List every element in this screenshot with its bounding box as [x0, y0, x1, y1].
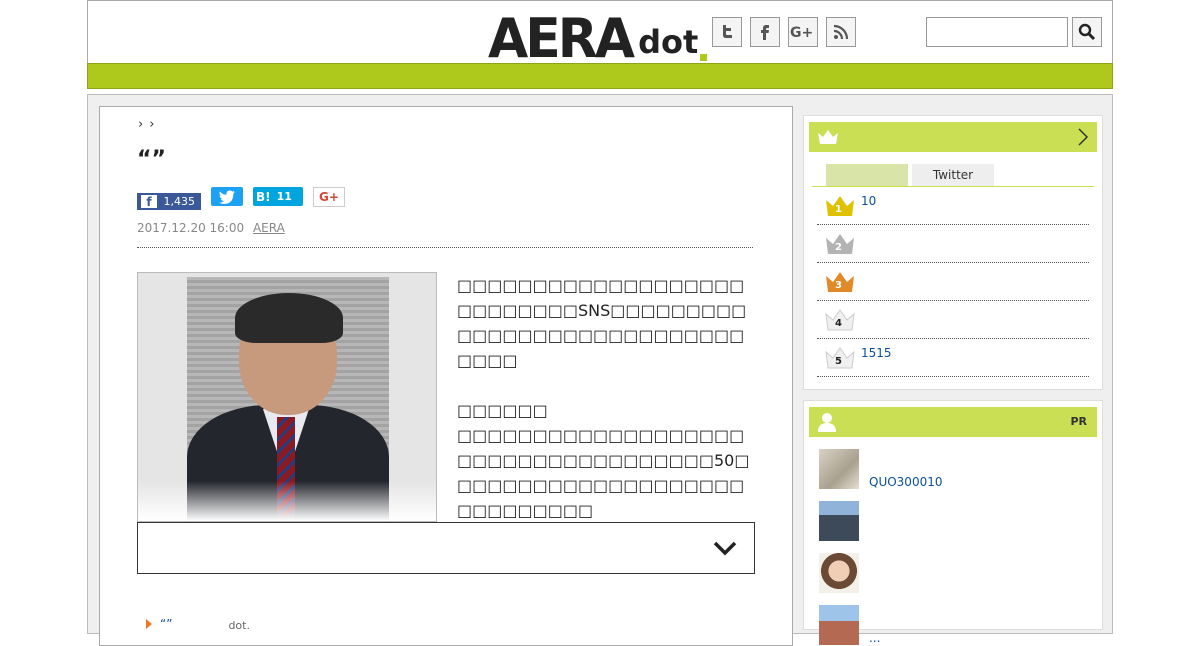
article-photo — [137, 272, 437, 522]
ranking-item[interactable]: 2 — [817, 225, 1089, 263]
rank-number: 5 — [835, 356, 842, 367]
content-wrapper: › › “” f 1,435 B! 11 G+ 2017.12.20 16:00… — [87, 94, 1113, 646]
photo-hair — [235, 293, 343, 343]
article-paragraph: □□□□□□ — [457, 401, 548, 420]
chevron-down-icon — [713, 541, 737, 556]
breadcrumb-separator: › — [149, 117, 155, 132]
related-article-title: “” — [160, 616, 173, 631]
pr-item-text: ... — [869, 631, 881, 645]
ranking-tabs: Twitter — [812, 164, 1094, 187]
facebook-share-count: 1,435 — [163, 195, 196, 208]
pr-item[interactable]: QUO300010 — [819, 449, 1097, 489]
site-header: AERA dot G+ — [87, 0, 1113, 71]
pr-panel: PR QUO300010 ... — [803, 400, 1103, 645]
ranking-item-title: 10 — [861, 194, 877, 208]
article-meta: 2017.12.20 16:00 AERA — [137, 221, 285, 235]
logo-aera-text: AERA — [488, 7, 635, 71]
ranking-panel: Twitter 1 10 2 3 4 5 1515 — [803, 115, 1103, 390]
logo-dot-mark — [700, 54, 708, 61]
twitter-bird-icon — [219, 190, 235, 204]
tab-access-ranking[interactable] — [826, 164, 908, 186]
facebook-icon: f — [141, 195, 157, 209]
pr-thumbnail — [819, 449, 859, 489]
pr-thumbnail — [819, 605, 859, 645]
hatena-count: 11 — [276, 190, 292, 203]
ranking-item[interactable]: 1 10 — [817, 187, 1089, 225]
breadcrumb-separator: › — [138, 117, 144, 132]
rss-icon[interactable] — [826, 17, 856, 47]
bullet-arrow-icon — [146, 618, 152, 629]
ranking-item[interactable]: 5 1515 — [817, 339, 1089, 377]
read-more-button[interactable] — [137, 522, 755, 574]
search-icon — [1078, 23, 1096, 41]
article-panel: › › “” f 1,435 B! 11 G+ 2017.12.20 16:00… — [99, 106, 793, 646]
article-paragraph: □□□□□□□□□□□□□□□□□□□□□□□□□□□SNS□□□□□□□□□□… — [457, 276, 747, 370]
related-article-link[interactable]: “” dot. — [146, 615, 250, 632]
search-input[interactable] — [926, 17, 1068, 47]
article-date: 2017.12.20 16:00 — [137, 221, 245, 235]
social-links: G+ — [712, 17, 856, 47]
share-buttons: f 1,435 B! 11 G+ — [137, 187, 345, 210]
rank-number: 1 — [835, 204, 842, 215]
hatena-bookmark-button[interactable]: B! 11 — [253, 187, 303, 206]
sidebar: Twitter 1 10 2 3 4 5 1515 PR QUO300010 .… — [803, 115, 1103, 645]
rank-5-crown-icon: 5 — [825, 346, 855, 372]
svg-text:G+: G+ — [790, 25, 813, 41]
article-title: “” — [137, 147, 166, 172]
hatena-label: B! — [256, 189, 271, 204]
pr-thumbnail — [819, 553, 859, 593]
ranking-item[interactable]: 3 — [817, 263, 1089, 301]
rank-number: 4 — [835, 318, 842, 329]
twitter-icon[interactable] — [712, 17, 742, 47]
logo-dot-text: dot — [638, 23, 699, 61]
rank-2-crown-icon: 2 — [825, 232, 855, 258]
facebook-icon[interactable] — [750, 17, 780, 47]
pr-item-text: QUO300010 — [869, 475, 943, 489]
article-author-link[interactable]: AERA — [253, 221, 285, 235]
twitter-share-button[interactable] — [211, 187, 243, 206]
user-icon — [818, 413, 836, 432]
site-logo[interactable]: AERA dot — [488, 7, 708, 71]
rank-number: 2 — [835, 242, 842, 253]
photo-fade — [138, 481, 436, 521]
rank-1-crown-icon: 1 — [825, 194, 855, 220]
google-plus-share-button[interactable]: G+ — [313, 187, 345, 207]
rank-3-crown-icon: 3 — [825, 270, 855, 296]
ranking-item-title: 1515 — [861, 346, 892, 360]
divider — [137, 247, 753, 248]
breadcrumb: › › — [138, 117, 154, 132]
rank-number: 3 — [835, 280, 842, 291]
ranking-item[interactable]: 4 — [817, 301, 1089, 339]
pr-item[interactable] — [819, 553, 1097, 593]
article-body: □□□□□□□□□□□□□□□□□□□□□□□□□□□SNS□□□□□□□□□□… — [457, 273, 757, 548]
pr-thumbnail — [819, 501, 859, 541]
pr-header: PR — [809, 407, 1097, 437]
global-nav-bar — [87, 63, 1113, 89]
facebook-share-button[interactable]: f 1,435 — [137, 193, 201, 210]
ranking-header[interactable] — [809, 122, 1097, 152]
article-paragraph: □□□□□□□□□□□□□□□□□□□□□□□□□□□□□□□□□□□□50□□… — [457, 426, 750, 520]
pr-label: PR — [1070, 415, 1087, 428]
pr-item[interactable]: ... — [819, 605, 1097, 645]
chevron-right-icon — [1078, 128, 1089, 146]
tab-twitter-ranking[interactable]: Twitter — [912, 164, 994, 186]
pr-item[interactable] — [819, 501, 1097, 541]
rank-4-crown-icon: 4 — [825, 308, 855, 334]
crown-icon — [818, 130, 838, 144]
related-article-source: dot. — [228, 619, 250, 632]
google-plus-icon[interactable]: G+ — [788, 17, 818, 47]
search-button[interactable] — [1072, 17, 1102, 47]
